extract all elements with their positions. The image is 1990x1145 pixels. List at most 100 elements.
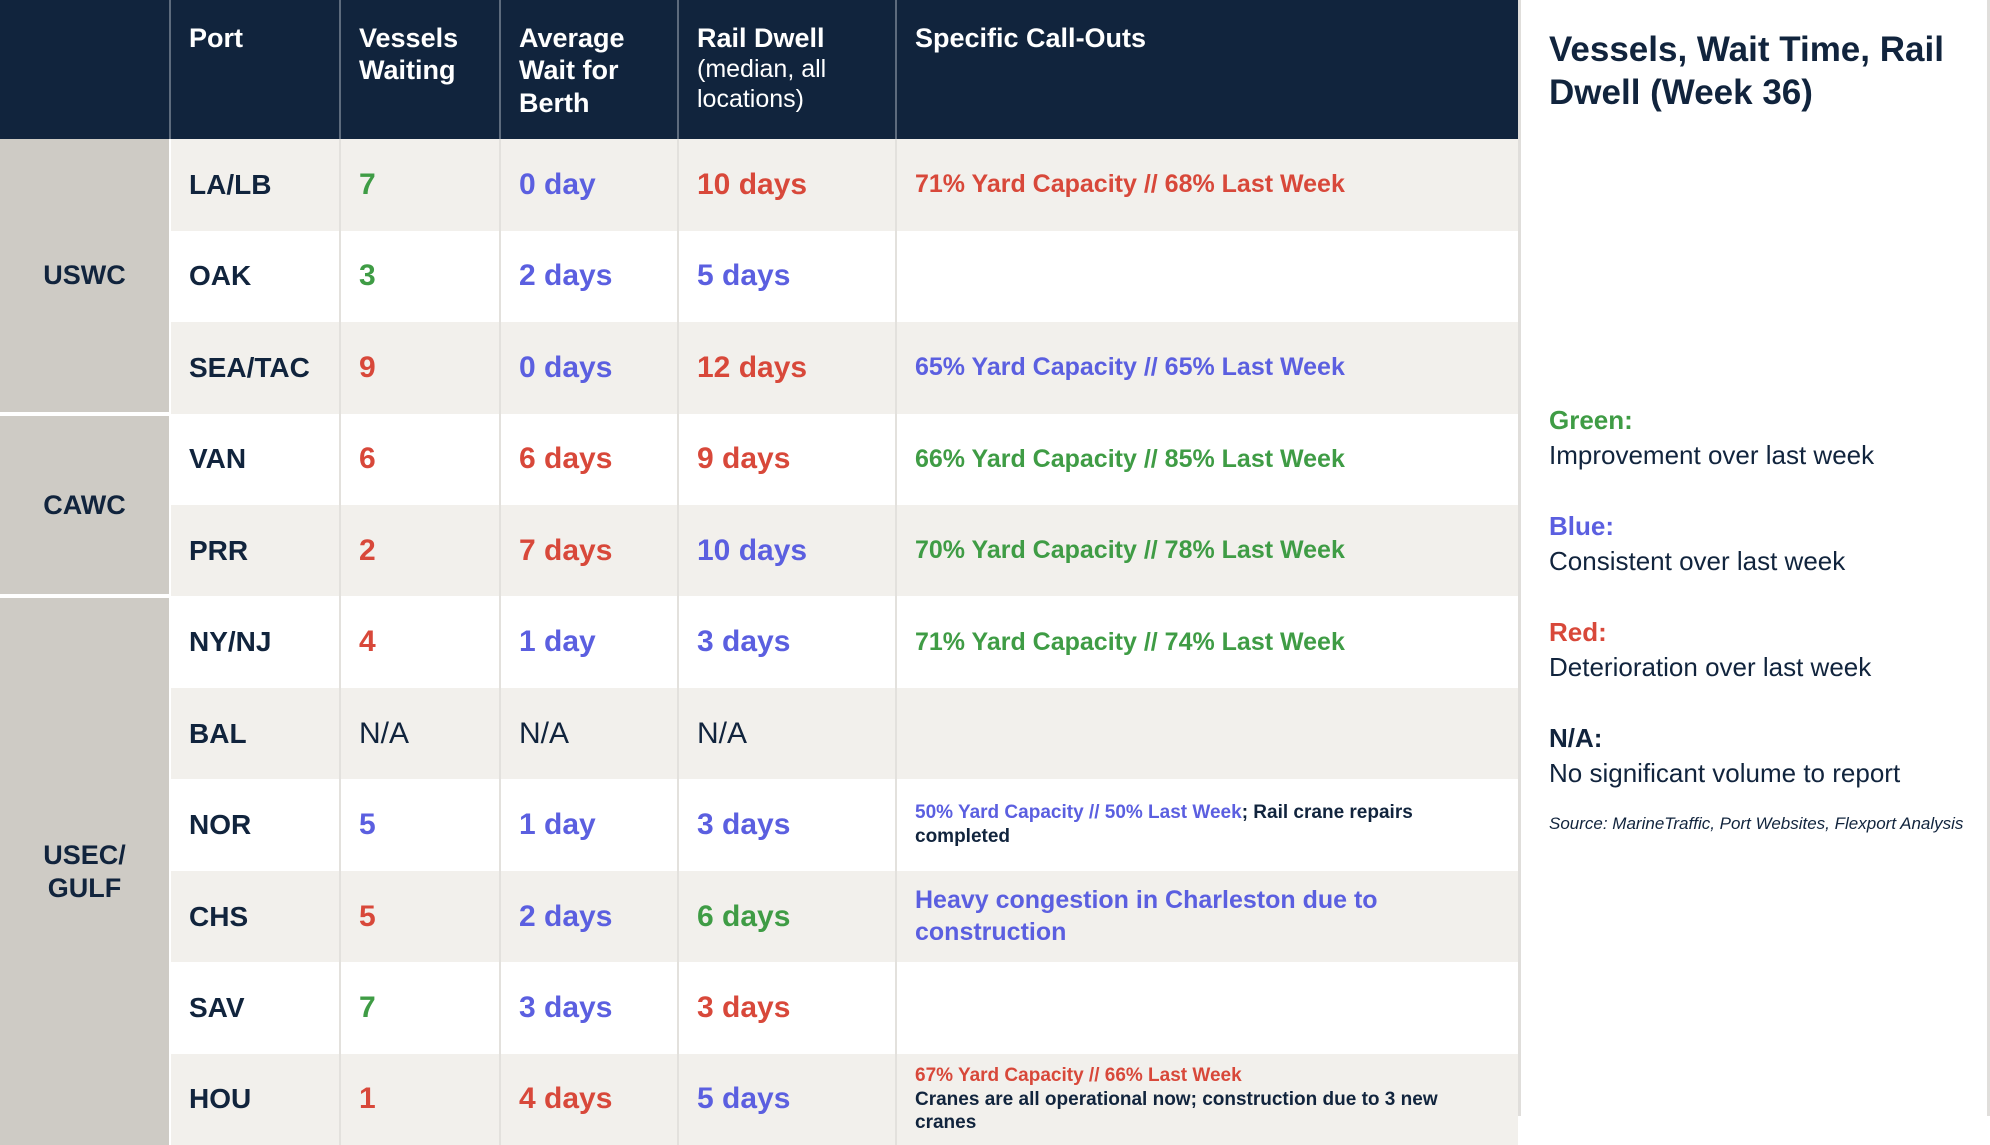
callout-segment: 50% Yard Capacity // 50% Last Week [915, 802, 1242, 824]
callout-line: 65% Yard Capacity // 65% Last Week [915, 353, 1345, 382]
cell-rail-dwell: 10 days [678, 139, 897, 231]
table-header-row: Port Vessels Waiting Average Wait for Be… [0, 0, 1518, 140]
region-group-cell: CAWC [0, 413, 171, 599]
cell-vessels-waiting: 4 [340, 596, 501, 688]
cell-callout: Heavy congestion in Charleston due to co… [896, 870, 1518, 963]
header-port: Port [170, 0, 341, 140]
cell-average-wait: N/A [500, 687, 679, 780]
table-row: USEC/ GULF NY/NJ 4 1 day 3 days 71% Yard Capa… [0, 596, 1518, 1145]
cell-rail-dwell: 10 days [678, 504, 897, 597]
table-row: SEA/TAC 9 0 days 12 days 65% Yard Capacity /… [0, 322, 1518, 414]
cell-rail-dwell: 12 days [678, 322, 897, 414]
cell-port: OAK [170, 230, 341, 323]
cell-average-wait: 1 day [500, 596, 679, 688]
region-group-cell: USEC/ GULF [0, 596, 171, 1145]
cell-vessels-waiting: 9 [340, 322, 501, 414]
cell-port: NY/NJ [170, 596, 341, 688]
callout-line: Cranes are all operational now; construc… [915, 1088, 1438, 1134]
cell-average-wait: 2 days [500, 870, 679, 963]
table-row: PRR 2 7 days 10 days 70% Yard Capacity // 78… [0, 504, 1518, 597]
callout-line: 67% Yard Capacity // 66% Last Week [915, 1064, 1242, 1086]
legend-description: Consistent over last week [1549, 546, 1846, 577]
table-row: OAK 3 2 days 5 days [0, 230, 1518, 323]
cell-average-wait: 6 days [500, 413, 679, 505]
cell-average-wait: 2 days [500, 230, 679, 323]
cell-vessels-waiting: 5 [340, 870, 501, 963]
header-rail-dwell: Rail Dwell (median, all locations) [678, 0, 897, 140]
cell-rail-dwell: 5 days [678, 1053, 897, 1145]
cell-vessels-waiting: 7 [340, 962, 501, 1054]
cell-average-wait: 7 days [500, 504, 679, 597]
cell-vessels-waiting: 6 [340, 413, 501, 505]
table-row: BAL N/A N/A N/A [0, 687, 1518, 780]
cell-average-wait: 0 days [500, 322, 679, 414]
header-rail-dwell-main: Rail Dwell [697, 23, 825, 53]
legend-description: Improvement over last week [1549, 439, 1875, 470]
cell-port: PRR [170, 504, 341, 597]
cell-vessels-waiting: 3 [340, 230, 501, 323]
cell-rail-dwell: 3 days [678, 779, 897, 871]
slide-root: Port Vessels Waiting Average Wait for Be… [0, 0, 1990, 1145]
legend-description: Deterioration over last week [1549, 652, 1872, 683]
cell-vessels-waiting: 1 [340, 1053, 501, 1145]
cell-port: LA/LB [170, 139, 341, 231]
legend-item: Green: Improvement over last week [1549, 403, 1959, 473]
legend-item: Blue: Consistent over last week [1549, 509, 1959, 579]
cell-rail-dwell: 5 days [678, 230, 897, 323]
table-row: SAV 7 3 days 3 days [0, 962, 1518, 1054]
callout-line: 71% Yard Capacity // 74% Last Week [915, 627, 1345, 656]
cell-port: SEA/TAC [170, 322, 341, 414]
callout-line: 50% Yard Capacity // 50% Last Week; Rail… [915, 801, 1500, 849]
port-metrics-table-container: Port Vessels Waiting Average Wait for Be… [0, 0, 1518, 1145]
port-metrics-table: Port Vessels Waiting Average Wait for Be… [0, 0, 1518, 1145]
cell-callout [896, 687, 1518, 780]
cell-rail-dwell: 6 days [678, 870, 897, 963]
table-row: HOU 1 4 days 5 days 67% Yard Capacity // 66%… [0, 1053, 1518, 1145]
legend-panel: Vessels, Wait Time, Rail Dwell (Week 36)… [1518, 0, 1990, 1116]
cell-callout: 67% Yard Capacity // 66% Last Week Cranes… [896, 1053, 1518, 1145]
legend-list: Green: Improvement over last week Blue: Con… [1549, 403, 1959, 792]
cell-port: VAN [170, 413, 341, 505]
cell-vessels-waiting: 2 [340, 504, 501, 597]
cell-port: BAL [170, 687, 341, 780]
cell-rail-dwell: 9 days [678, 413, 897, 505]
region-group-cell: USWC [0, 139, 171, 416]
cell-vessels-waiting: 7 [340, 139, 501, 231]
header-region-blank [0, 0, 171, 140]
table-header: Port Vessels Waiting Average Wait for Be… [0, 0, 1518, 140]
callout-line: 70% Yard Capacity // 78% Last Week [915, 536, 1345, 565]
legend-item: N/A: No significant volume to report [1549, 721, 1959, 791]
cell-callout: 65% Yard Capacity // 65% Last Week [896, 322, 1518, 414]
cell-callout: 66% Yard Capacity // 85% Last Week [896, 413, 1518, 505]
legend-key: N/A: [1549, 723, 1603, 754]
callout-line: 71% Yard Capacity // 68% Last Week [915, 170, 1345, 199]
source-note: Source: MarineTraffic, Port Websites, Fl… [1549, 814, 1964, 833]
cell-vessels-waiting: 5 [340, 779, 501, 871]
cell-callout [896, 230, 1518, 323]
cell-port: NOR [170, 779, 341, 871]
cell-callout [896, 962, 1518, 1054]
callout-line: Heavy congestion in Charleston due to co… [915, 886, 1378, 946]
table-row: USWC LA/LB 7 0 day 10 days 71% Yard Capacity … [0, 139, 1518, 416]
table-row: NOR 5 1 day 3 days 50% Yard Capacity // 50% … [0, 779, 1518, 871]
header-vessels-waiting: Vessels Waiting [340, 0, 501, 140]
panel-title: Vessels, Wait Time, Rail Dwell (Week 36) [1549, 30, 1944, 113]
table-body: USWC LA/LB 7 0 day 10 days 71% Yard Capacity … [0, 139, 1518, 1145]
legend-item: Red: Deterioration over last week [1549, 615, 1959, 685]
cell-average-wait: 0 day [500, 139, 679, 231]
cell-average-wait: 3 days [500, 962, 679, 1054]
table-row: CHS 5 2 days 6 days Heavy congestion in Char… [0, 870, 1518, 963]
legend-key: Red: [1549, 617, 1607, 648]
legend-description: No significant volume to report [1549, 758, 1901, 789]
header-rail-dwell-sub: (median, all locations) [697, 55, 827, 114]
table-row: CAWC VAN 6 6 days 9 days 66% Yard Capacity //… [0, 413, 1518, 599]
header-average-wait: Average Wait for Berth [500, 0, 679, 140]
cell-rail-dwell: 3 days [678, 962, 897, 1054]
cell-vessels-waiting: N/A [340, 687, 501, 780]
cell-port: HOU [170, 1053, 341, 1145]
header-specific-callouts: Specific Call-Outs [896, 0, 1518, 140]
cell-callout: 71% Yard Capacity // 68% Last Week [896, 139, 1518, 231]
cell-rail-dwell: N/A [678, 687, 897, 780]
cell-port: CHS [170, 870, 341, 963]
cell-average-wait: 1 day [500, 779, 679, 871]
